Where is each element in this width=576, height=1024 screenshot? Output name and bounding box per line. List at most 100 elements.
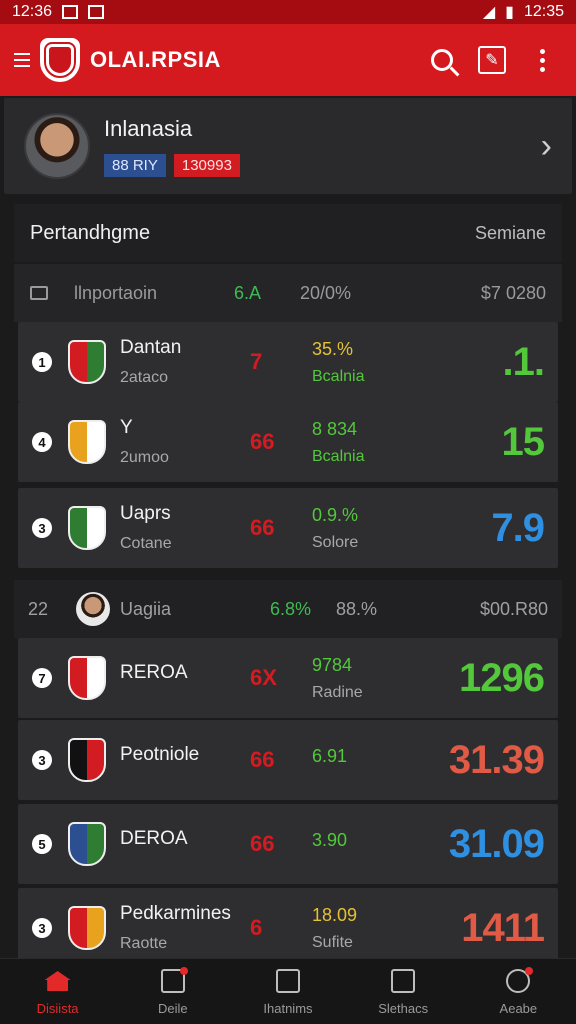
stat-value: 9784: [312, 654, 353, 675]
search-icon: [431, 49, 453, 71]
nav-item-home[interactable]: Disiista: [3, 967, 113, 1016]
team-sub: Raotte: [120, 935, 168, 952]
score-value: 31.09: [448, 821, 545, 866]
table-row[interactable]: 3 Uaprs Cotane 66 0.9.% Solore 7.9: [18, 488, 558, 568]
stat-value: 35.%: [312, 338, 354, 359]
odds-value: 66: [250, 515, 275, 540]
score-value: 1411: [461, 905, 545, 950]
team-name: REROA: [120, 662, 188, 683]
more-button[interactable]: [522, 40, 562, 80]
rank-badge: 3: [32, 518, 52, 538]
app-logo: [40, 38, 80, 82]
search-button[interactable]: [422, 40, 462, 80]
table-row[interactable]: 5 DEROA 66 3.90 31.09: [18, 804, 558, 884]
team-sub: 2ataco: [120, 369, 169, 386]
stat-value: 18.09: [312, 904, 358, 925]
stat-label: Sufite: [312, 933, 353, 951]
nav-label: Ihatnims: [263, 1001, 313, 1016]
chevron-right-icon[interactable]: ›: [541, 127, 552, 166]
odds-value: 66: [250, 747, 275, 772]
team-name: Dantan: [120, 337, 182, 358]
profile-card[interactable]: Inlanasia 88 RIY 130993 ›: [4, 98, 572, 194]
clock-left: 12:36: [12, 3, 53, 20]
image-icon: [88, 5, 105, 19]
stat-label: Bcalnia: [312, 447, 365, 465]
table-row[interactable]: 7 REROA 6X 9784 Radine 1296: [18, 638, 558, 718]
odds-value: 7: [250, 349, 263, 374]
team-name: Uaprs: [120, 503, 171, 524]
table-subheader: 22 Uagiia 6.8% 88.% $00.R80: [14, 580, 562, 638]
nav-item-5[interactable]: Aeabe: [463, 967, 573, 1016]
section-link[interactable]: Semiane: [475, 223, 546, 244]
table-row[interactable]: 4 Y 2umoo 66 8 834 Bcalnia 15: [18, 402, 558, 482]
header-col3: 20/0%: [300, 282, 352, 303]
table-row[interactable]: 3 Peotniole 66 6.91 31.39: [18, 720, 558, 800]
stat-value: 0.9.%: [312, 504, 359, 525]
nav-label: Deile: [157, 1001, 188, 1016]
nav-item-2[interactable]: Deile: [118, 967, 228, 1016]
team-crest-icon: [68, 656, 106, 700]
menu-icon[interactable]: [14, 53, 30, 67]
stat-label: Bcalnia: [312, 367, 365, 385]
profile-badge-red: 130993: [173, 153, 240, 177]
edit-button[interactable]: ✎: [472, 40, 512, 80]
stat-value: 3.90: [312, 829, 348, 850]
score-value: 15: [501, 419, 546, 464]
nav-label: Aeabe: [499, 1001, 538, 1016]
tag-icon: [275, 969, 300, 993]
team-crest-icon: [68, 906, 106, 950]
team-sub: 2umoo: [120, 449, 169, 466]
clock-right: 12:35: [523, 3, 564, 20]
app-bar: OLAI.RPSIA ✎: [0, 24, 576, 96]
wifi-icon: ◢: [482, 4, 496, 21]
rank-badge: 4: [32, 432, 52, 452]
team-name: Y: [120, 417, 133, 438]
rank-badge: 3: [32, 750, 52, 770]
stat-label: Solore: [312, 533, 359, 551]
header-col2: 6.A: [234, 282, 262, 303]
odds-value: 6: [250, 915, 263, 940]
list-icon: [30, 286, 48, 300]
team-name: Pedkarmines: [120, 903, 231, 924]
odds-value: 66: [250, 429, 275, 454]
section-title: Pertandhgme: [30, 221, 151, 244]
subheader-col2: 6.8%: [270, 598, 312, 619]
avatar: [24, 113, 90, 179]
bottom-nav: Disiista Deile Ihatnims Slethacs Aeabe: [0, 958, 576, 1024]
edit-icon: ✎: [478, 46, 506, 74]
stats-icon: [391, 969, 416, 993]
notification-icon: [62, 5, 79, 19]
stat-value: 6.91: [312, 745, 348, 766]
team-name: DEROA: [120, 828, 188, 849]
odds-value: 66: [250, 831, 275, 856]
table-header: llnportaoin 6.A 20/0% $7 0280: [14, 264, 562, 322]
subheader-col4: $00.R80: [479, 598, 548, 619]
rank-badge: 5: [32, 834, 52, 854]
nav-item-4[interactable]: Slethacs: [348, 967, 458, 1016]
score-value: 31.39: [448, 737, 545, 782]
team-sub: Cotane: [120, 535, 172, 552]
team-name: Peotniole: [120, 744, 200, 765]
profile-badge-blue: 88 RIY: [104, 153, 166, 177]
subheader-col3: 88.%: [336, 598, 378, 619]
status-bar: 12:36 ◢ ▮ 12:35: [0, 0, 576, 24]
odds-value: 6X: [250, 665, 277, 690]
nav-item-3[interactable]: Ihatnims: [233, 967, 343, 1016]
signal-icon: ▮: [505, 4, 514, 21]
table-row[interactable]: 1 Dantan 2ataco 7 35.% Bcalnia .1.: [18, 322, 558, 402]
score-value: 7.9: [491, 505, 545, 550]
score-value: 1296: [459, 655, 545, 700]
nav-label: Slethacs: [378, 1001, 429, 1016]
subheader-rank: 22: [28, 598, 49, 619]
profile-name: Inlanasia: [104, 115, 193, 141]
stat-value: 8 834: [312, 418, 358, 439]
more-icon: [539, 48, 545, 72]
table-row[interactable]: 3 Pedkarmines Raotte 6 18.09 Sufite 1411: [18, 888, 558, 968]
score-value: .1.: [502, 339, 545, 384]
team-crest-icon: [68, 822, 106, 866]
header-label: llnportaoin: [74, 282, 158, 303]
rank-badge: 7: [32, 668, 52, 688]
subheader-label: Uagiia: [120, 598, 172, 619]
team-crest-icon: [68, 420, 106, 464]
team-crest-icon: [68, 340, 106, 384]
